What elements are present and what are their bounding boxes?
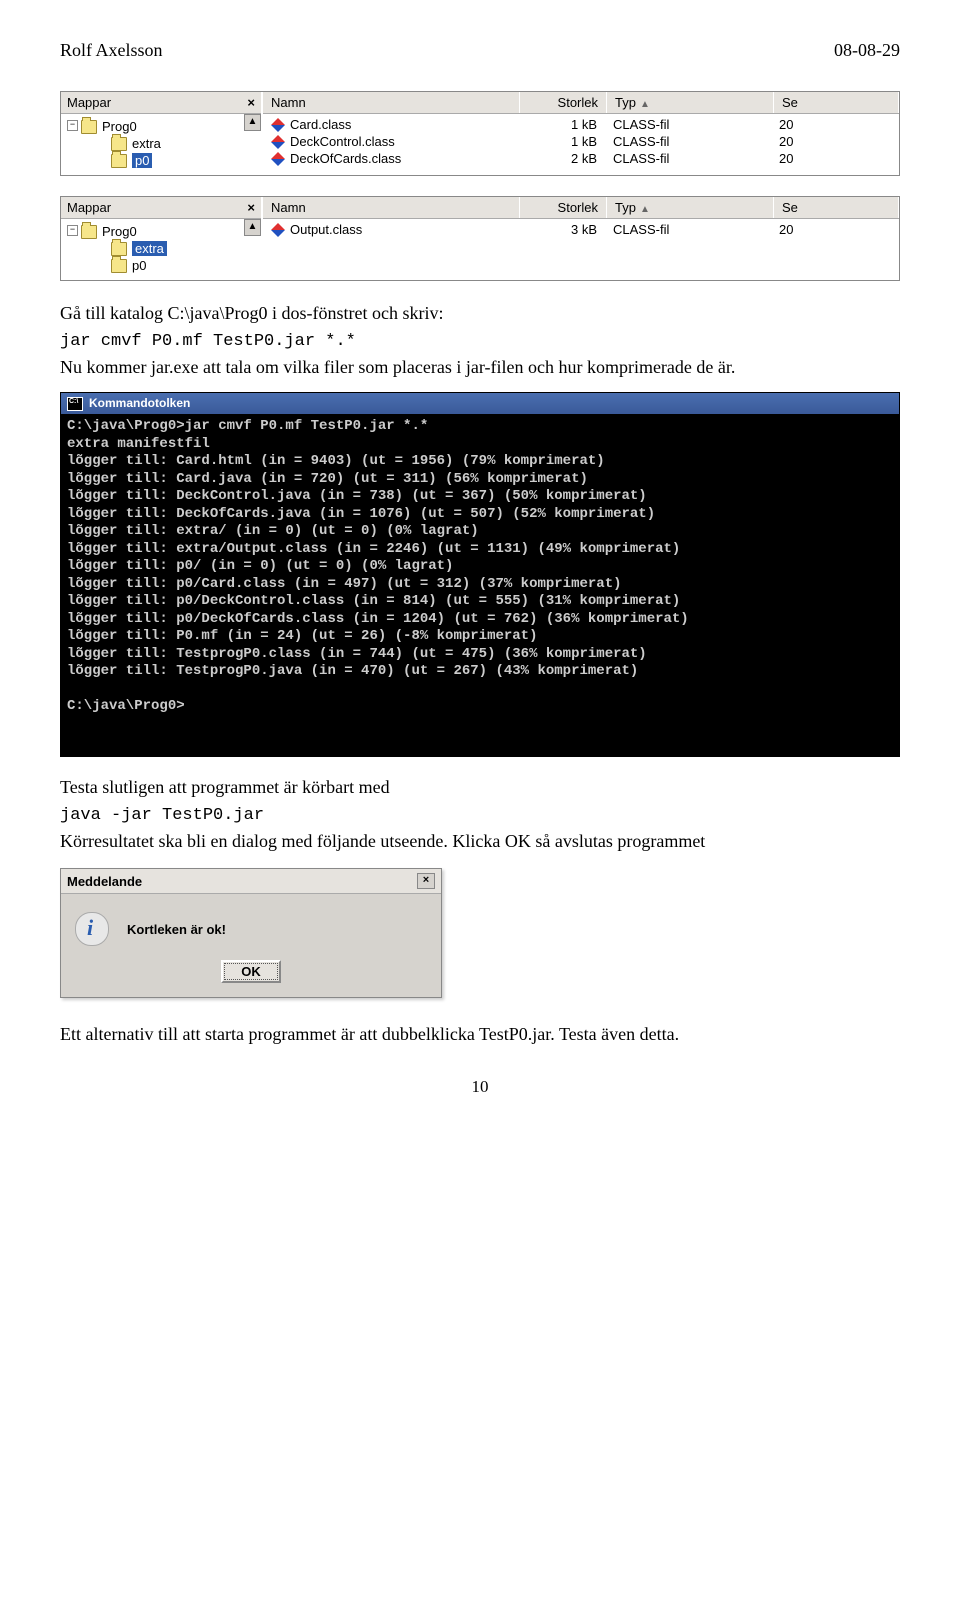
column-name[interactable]: Namn [263,92,520,113]
tree-label: Prog0 [102,119,137,134]
file-name: Card.class [290,117,351,132]
column-size[interactable]: Storlek [520,92,607,113]
collapse-icon[interactable]: − [67,120,78,131]
column-size[interactable]: Storlek [520,197,607,218]
tree-label: extra [132,241,167,256]
tree-label: p0 [132,153,152,168]
column-name[interactable]: Namn [263,197,520,218]
message-dialog: Meddelande × Kortleken är ok! OK [60,868,442,998]
class-file-icon [271,118,285,132]
tree-label: Prog0 [102,224,137,239]
tree-item-extra[interactable]: extra [63,240,259,257]
collapse-icon[interactable]: − [67,225,78,236]
class-file-icon [271,223,285,237]
folder-icon [111,137,127,151]
close-icon[interactable]: × [247,200,255,215]
file-date: 20 [771,151,899,166]
tree-item-extra[interactable]: extra [63,135,259,152]
terminal-titlebar: Kommandotolken [61,393,899,414]
file-date: 20 [771,117,899,132]
close-icon[interactable]: × [417,873,435,889]
paragraph: Gå till katalog C:\java\Prog0 i dos-föns… [60,301,900,326]
file-name: DeckControl.class [290,134,395,149]
paragraph: Testa slutligen att programmet är körbar… [60,775,900,800]
paragraph: Ett alternativ till att starta programme… [60,1022,900,1047]
explorer-window-extra: Mappar × ▲ − Prog0 extra p0 Namn Storlek Ty… [60,196,900,281]
column-type[interactable]: Typ▲ [607,92,774,113]
terminal-output: C:\java\Prog0>jar cmvf P0.mf TestP0.jar … [61,414,899,756]
file-name: Output.class [290,222,362,237]
explorer-window-p0: Mappar × ▲ − Prog0 extra p0 Namn Storlek Ty… [60,91,900,176]
tree-item-prog0[interactable]: Prog0 [63,118,259,135]
tree-label: p0 [132,258,146,273]
file-date: 20 [771,134,899,149]
file-size: 1 kB [519,117,605,132]
file-type: CLASS-fil [605,117,771,132]
author-name: Rolf Axelsson [60,40,163,61]
tree-item-p0[interactable]: p0 [63,257,259,274]
file-size: 2 kB [519,151,605,166]
sort-asc-icon: ▲ [640,99,650,110]
page-number: 10 [60,1077,900,1097]
file-type: CLASS-fil [605,222,771,237]
ok-button[interactable]: OK [221,960,281,983]
code-line: java -jar TestP0.jar [60,806,900,825]
paragraph: Nu kommer jar.exe att tala om vilka file… [60,355,900,380]
code-line: jar cmvf P0.mf TestP0.jar *.* [60,332,900,351]
tree-title: Mappar [67,200,111,215]
scroll-up-icon[interactable]: ▲ [244,114,261,131]
page-header: Rolf Axelsson 08-08-29 [60,40,900,61]
class-file-icon [271,152,285,166]
dialog-title: Meddelande [67,874,142,889]
tree-item-prog0[interactable]: Prog0 [63,223,259,240]
file-size: 1 kB [519,134,605,149]
folder-icon [111,242,127,256]
file-row[interactable]: DeckControl.class 1 kBCLASS-fil20 [263,133,899,150]
terminal-window: Kommandotolken C:\java\Prog0>jar cmvf P0… [60,392,900,757]
file-size: 3 kB [519,222,605,237]
scroll-up-icon[interactable]: ▲ [244,219,261,236]
folder-icon [111,154,127,168]
info-icon [75,912,109,946]
terminal-title: Kommandotolken [89,396,190,411]
paragraph: Körresultatet ska bli en dialog med följ… [60,829,900,854]
file-date: 20 [771,222,899,237]
file-name: DeckOfCards.class [290,151,401,166]
folder-icon [81,225,97,239]
column-date[interactable]: Se [774,92,899,113]
close-icon[interactable]: × [247,95,255,110]
dialog-message: Kortleken är ok! [127,922,226,937]
sort-asc-icon: ▲ [640,204,650,215]
file-row[interactable]: Output.class 3 kBCLASS-fil20 [263,221,899,238]
cmd-icon [67,397,83,411]
class-file-icon [271,135,285,149]
file-type: CLASS-fil [605,151,771,166]
folder-icon [111,259,127,273]
file-row[interactable]: DeckOfCards.class 2 kBCLASS-fil20 [263,150,899,167]
tree-label: extra [132,136,161,151]
file-row[interactable]: Card.class 1 kBCLASS-fil20 [263,116,899,133]
file-type: CLASS-fil [605,134,771,149]
folder-icon [81,120,97,134]
column-type[interactable]: Typ▲ [607,197,774,218]
header-date: 08-08-29 [834,40,900,61]
column-date[interactable]: Se [774,197,899,218]
tree-item-p0[interactable]: p0 [63,152,259,169]
tree-title: Mappar [67,95,111,110]
